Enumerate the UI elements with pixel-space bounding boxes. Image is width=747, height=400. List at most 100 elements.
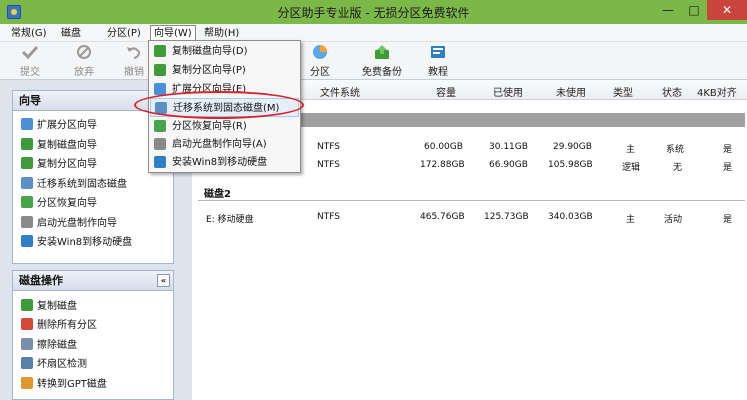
menu-partition[interactable]: 分区(P) [104,26,144,41]
sidebar-item-label: 坏扇区检测 [37,359,87,370]
copy-disk-icon [21,138,33,150]
sidebar-item-copy-disk-op[interactable]: 复制磁盘 [21,299,77,315]
convert-icon [21,377,33,389]
close-button[interactable]: ✕ [707,0,747,20]
sidebar-item-label: 安装Win8到移动硬盘 [37,237,133,248]
sidebar-item-bad-sector[interactable]: 坏扇区检测 [21,357,87,373]
discard-label: 放弃 [74,67,94,78]
menu-item-label: 扩展分区向导(E) [172,84,247,95]
disk2-label[interactable]: 磁盘2 [204,185,231,200]
toolbar: 提交 放弃 撤销 分区 免费备份 教程 [0,42,747,80]
menu-item-migrate-os-ssd[interactable]: 迁移系统到固态磁盘(M) [150,98,299,117]
col-used[interactable]: 已使用 [493,84,523,99]
wizard-dropdown-menu: 复制磁盘向导(D) 复制分区向导(P) 扩展分区向导(E) 迁移系统到固态磁盘(… [148,40,301,173]
disk-partition-icon [311,44,329,60]
cell-name: E: 移动硬盘 [206,215,254,225]
sidebar-item-copy-disk[interactable]: 复制磁盘向导 [21,138,97,154]
menu-general[interactable]: 常规(G) [8,26,50,41]
free-backup-label: 免费备份 [362,67,402,78]
sidebar-item-label: 擦除磁盘 [37,340,77,351]
disk-ops-panel-header: 磁盘操作 « [13,271,173,291]
disk2-divider [198,200,745,201]
cell-status: 活动 [664,215,683,225]
minimize-button[interactable]: — [655,0,681,20]
col-capacity[interactable]: 容量 [436,84,456,99]
menu-item-copy-disk-wizard[interactable]: 复制磁盘向导(D) [150,42,299,61]
submit-button[interactable]: 提交 [8,44,52,78]
col-free[interactable]: 未使用 [556,84,586,99]
sidebar-item-win8-to-go[interactable]: 安装Win8到移动硬盘 [21,235,132,251]
menu-item-partition-recovery-wizard[interactable]: 分区恢复向导(R) [150,117,299,136]
cell-fs: NTFS [317,160,340,170]
sidebar-item-label: 复制磁盘向导 [37,140,97,151]
menu-item-label: 启动光盘制作向导(A) [172,139,267,150]
migrate-icon [21,177,33,189]
cell-fs: NTFS [317,212,340,222]
disk-ops-panel: 磁盘操作 « 复制磁盘 删除所有分区 擦除磁盘 坏扇区检测 转换到GPT磁盘 [12,270,174,400]
sidebar-item-label: 转换到GPT磁盘 [37,379,107,390]
copy-disk-icon [154,45,166,57]
sidebar-item-bootable-cd[interactable]: 启动光盘制作向导 [21,216,117,232]
title-bar: 分区助手专业版 - 无损分区免费软件 — □ ✕ [0,0,747,24]
extend-icon [21,118,33,130]
cell-align: 是 [723,145,733,155]
cd-icon [21,216,33,228]
cell-status: 系统 [666,145,685,155]
cell-align: 是 [723,215,733,225]
menu-disk[interactable]: 磁盘 [58,26,84,41]
recovery-icon [21,196,33,208]
menu-item-label: 复制分区向导(P) [172,65,246,76]
sidebar-item-label: 启动光盘制作向导 [37,218,117,229]
discard-button[interactable]: 放弃 [62,44,106,78]
cell-capacity: 465.76GB [420,212,465,222]
sidebar-item-migrate-os[interactable]: 迁移系统到固态磁盘 [21,177,127,193]
sidebar-item-partition-recovery[interactable]: 分区恢复向导 [21,196,97,212]
cell-fs: NTFS [317,142,340,152]
disk-ops-panel-title: 磁盘操作 [19,274,63,287]
sidebar-item-convert-gpt[interactable]: 转换到GPT磁盘 [21,377,107,393]
windows-icon [154,156,166,168]
sidebar-item-delete-all[interactable]: 删除所有分区 [21,318,97,334]
free-backup-button[interactable]: 免费备份 [360,44,404,78]
partition-label: 分区 [310,67,330,78]
menu-item-extend-partition-wizard[interactable]: 扩展分区向导(E) [150,80,299,99]
sidebar-item-label: 删除所有分区 [37,320,97,331]
partition-button[interactable]: 分区 [298,44,342,78]
sidebar-item-label: 分区恢复向导 [37,198,97,209]
sidebar-item-extend-partition[interactable]: 扩展分区向导 [21,118,97,134]
collapse-button[interactable]: « [157,274,170,287]
menu-item-label: 迁移系统到固态磁盘(M) [173,103,280,114]
maximize-button[interactable]: □ [681,0,707,20]
sidebar-item-label: 迁移系统到固态磁盘 [37,179,127,190]
col-status[interactable]: 状态 [662,84,682,99]
cell-capacity: 172.88GB [420,160,465,170]
discard-icon [75,44,93,60]
menu-help[interactable]: 帮助(H) [201,26,242,41]
col-4k-align[interactable]: 4KB对齐 [697,84,737,99]
col-type[interactable]: 类型 [613,84,633,99]
extend-icon [154,83,166,95]
menu-bar: 常规(G) 磁盘 分区(P) 向导(W) 帮助(H) [0,24,747,42]
cell-align: 是 [723,163,733,173]
menu-item-bootable-cd-wizard[interactable]: 启动光盘制作向导(A) [150,135,299,154]
copy-icon [21,299,33,311]
backup-icon [373,44,391,60]
cell-used: 66.90GB [489,160,528,170]
menu-item-label: 复制磁盘向导(D) [172,46,248,57]
sidebar-item-label: 复制磁盘 [37,301,77,312]
menu-item-copy-partition-wizard[interactable]: 复制分区向导(P) [150,61,299,80]
copy-partition-icon [154,64,166,76]
cell-type: 逻辑 [622,163,641,173]
menu-item-win8-to-go[interactable]: 安装Win8到移动硬盘 [150,153,299,172]
menu-wizard[interactable]: 向导(W) [150,25,196,40]
window-title: 分区助手专业版 - 无损分区免费软件 [277,6,470,20]
sidebar-item-copy-partition[interactable]: 复制分区向导 [21,157,97,173]
menu-item-label: 安装Win8到移动硬盘 [172,157,268,168]
tutorial-button[interactable]: 教程 [416,44,460,78]
scan-icon [21,357,33,369]
cell-used: 125.73GB [484,212,529,222]
sidebar-item-wipe-disk[interactable]: 擦除磁盘 [21,338,77,354]
sidebar-item-label: 复制分区向导 [37,159,97,170]
col-file-system[interactable]: 文件系统 [320,84,360,99]
cell-type: 主 [626,215,636,225]
